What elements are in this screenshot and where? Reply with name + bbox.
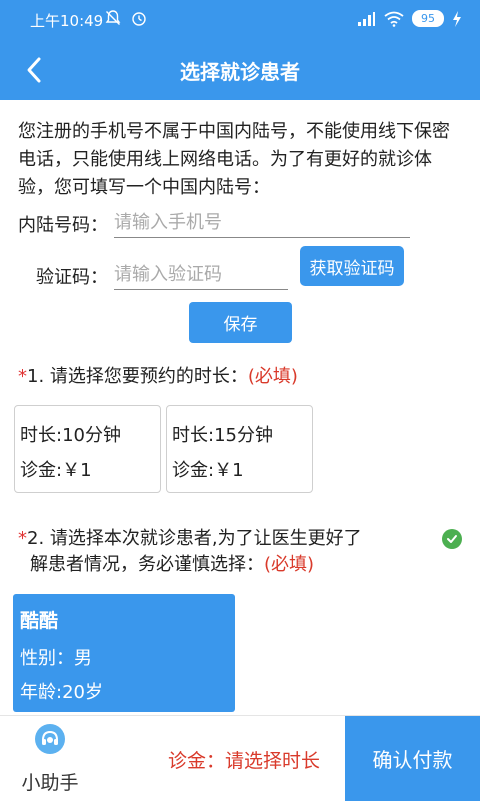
battery-icon: 95 [412,10,444,27]
duration-option[interactable]: 时长:15分钟 诊金:￥1 [166,405,313,493]
status-left-icons [104,9,148,27]
patient-card[interactable]: 酷酷 性别：男 年龄:20岁 [13,594,235,712]
check-circle-icon [442,529,462,549]
section2-title-line2: 解患者情况，务必谨慎选择：(必填) [30,551,314,578]
code-input[interactable] [114,260,288,290]
section2-text-line2: 解患者情况，务必谨慎选择： [30,554,264,575]
required-tag: (必填) [247,366,298,387]
page-title: 选择就诊患者 [180,60,300,84]
intro-text: 您注册的手机号不属于中国内陆号，不能使用线下保密电话，只能使用线上网络电话。为了… [18,121,450,198]
section2-text-line1: 2. 请选择本次就诊患者,为了让医生更好了 [27,528,362,549]
fee-text: 诊金:￥1 [20,460,92,481]
wifi-icon [384,11,404,27]
duration-text: 时长:10分钟 [20,425,121,446]
assistant-label: 小助手 [21,772,79,794]
title-bar: 选择就诊患者 [0,40,480,100]
confirm-payment-button[interactable]: 确认付款 [345,716,480,801]
required-star: * [18,366,27,387]
mute-icon [105,10,121,25]
phone-label: 内陆号码： [18,215,108,236]
status-bar: 上午10:49 95 [0,0,480,40]
required-tag: (必填) [264,554,315,575]
alarm-icon [132,12,146,26]
charging-icon [453,10,461,27]
duration-option[interactable]: 时长:10分钟 诊金:￥1 [14,405,161,493]
duration-text: 时长:15分钟 [172,425,273,446]
status-time: 上午10:49 [30,12,104,30]
section1-text: 1. 请选择您要预约的时长： [27,366,248,387]
bottom-bar: 小助手 诊金：请选择时长 确认付款 [0,715,480,801]
code-label: 验证码： [36,267,108,288]
fee-status: 诊金：请选择时长 [168,750,321,772]
fee-text: 诊金:￥1 [172,460,244,481]
assistant-button[interactable]: 小助手 [10,724,90,796]
signal-icon [358,11,375,26]
required-star: * [18,528,27,549]
save-button[interactable]: 保存 [189,302,292,343]
patient-age: 年龄:20岁 [20,682,103,703]
status-right-icons: 95 [356,10,462,27]
patient-gender: 性别：男 [20,648,92,669]
section2-title: *2. 请选择本次就诊患者,为了让医生更好了 [18,525,362,552]
phone-input[interactable] [114,208,410,238]
get-code-button[interactable]: 获取验证码 [300,246,404,286]
section1-title: *1. 请选择您要预约的时长：(必填) [18,363,298,390]
headset-icon [35,724,65,754]
patient-name: 酷酷 [20,610,59,632]
